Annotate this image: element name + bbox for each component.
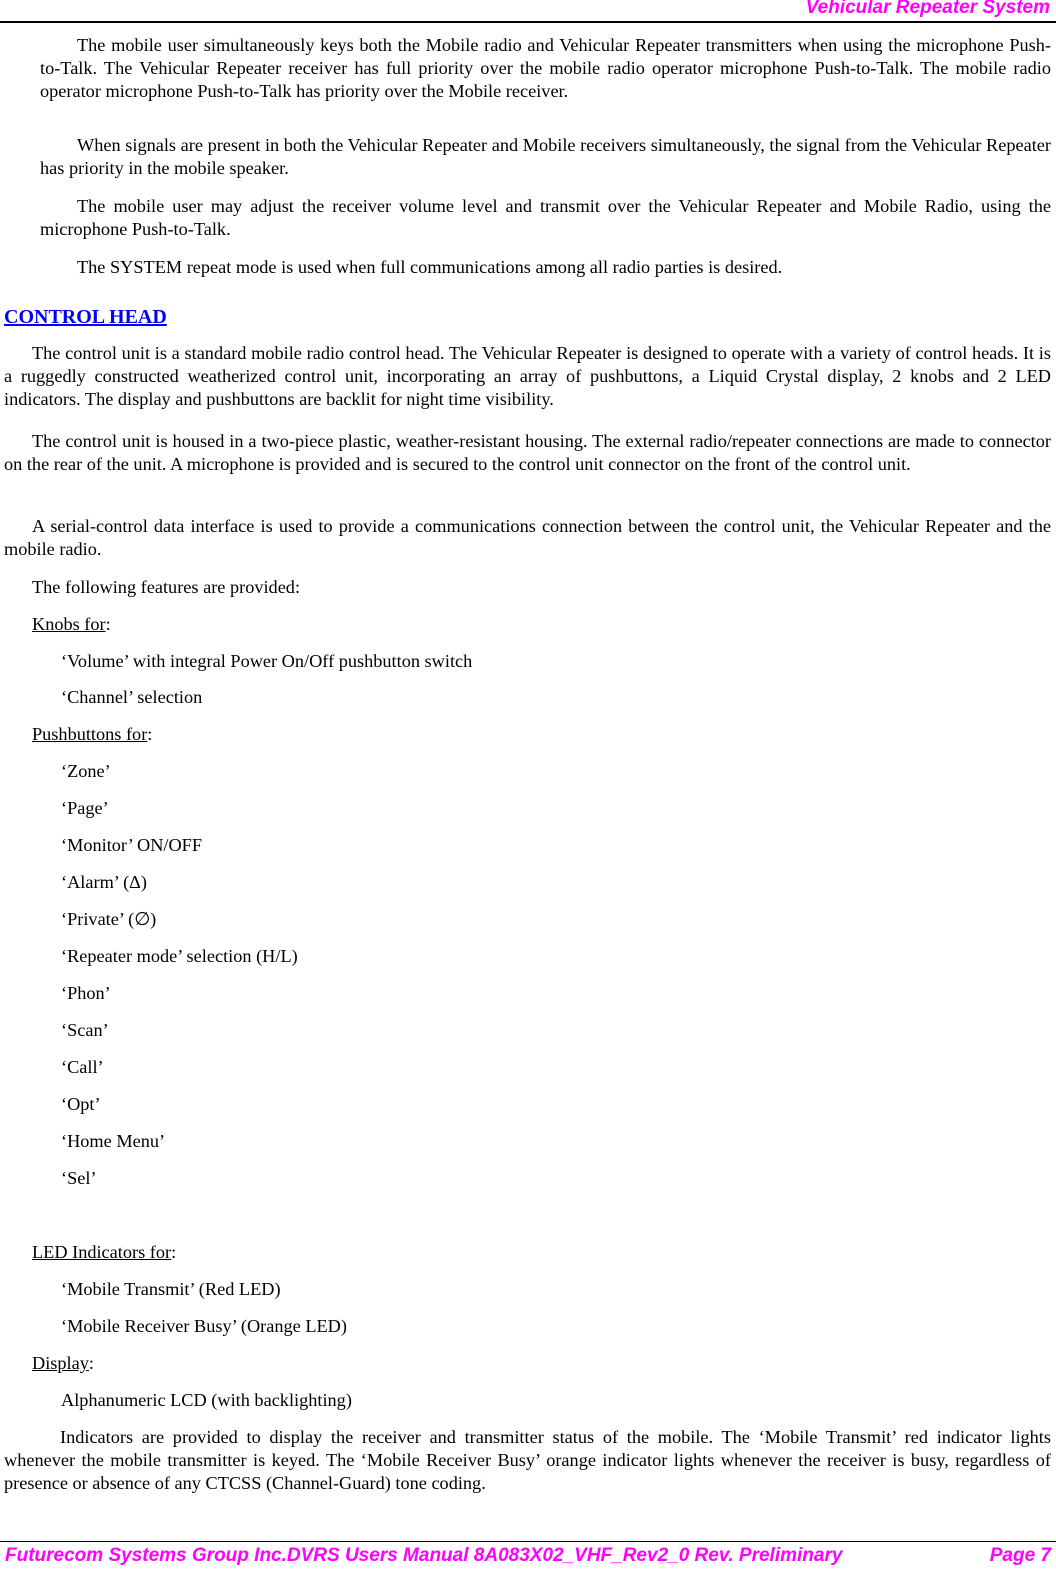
display-label-colon: :	[88, 1353, 94, 1373]
pushbuttons-label-colon: :	[147, 724, 153, 744]
pushbuttons-label: Pushbuttons for:	[32, 723, 152, 746]
pushbutton-item: ‘Monitor’ ON/OFF	[61, 835, 203, 855]
pushbutton-item: ‘Opt’	[61, 1094, 101, 1114]
control-head-paragraph-2: The control unit is housed in a two-piec…	[4, 431, 1051, 474]
display-label-text: Display	[32, 1353, 89, 1373]
pushbutton-item: ‘Home Menu’	[61, 1131, 166, 1151]
led-indicators-label-colon: :	[171, 1242, 177, 1262]
pushbutton-item: ‘Call’	[61, 1057, 104, 1077]
page-header-title: Vehicular Repeater System	[805, 0, 1050, 18]
control-head-paragraph-1: The control unit is a standard mobile ra…	[4, 343, 1051, 409]
features-intro: The following features are provided:	[32, 577, 301, 597]
intro-paragraph-2: When signals are present in both the Veh…	[40, 135, 1051, 178]
led-item: ‘Mobile Transmit’ (Red LED)	[61, 1279, 281, 1299]
indicators-paragraph: Indicators are provided to display the r…	[4, 1427, 1051, 1493]
section-heading-control-head[interactable]: CONTROL HEAD	[4, 306, 167, 329]
page-footer: Futurecom Systems Group Inc.DVRS Users M…	[5, 1545, 1051, 1567]
intro-paragraph-1: The mobile user simultaneously keys both…	[40, 35, 1051, 101]
pushbutton-item: ‘Sel’	[61, 1168, 97, 1188]
display-label: Display:	[32, 1352, 94, 1375]
pushbutton-item: ‘Phon’	[61, 983, 111, 1003]
pushbutton-item: ‘Alarm’ (Δ)	[61, 872, 148, 892]
pushbutton-item: ‘Repeater mode’ selection (H/L)	[61, 946, 298, 966]
led-indicators-label: LED Indicators for:	[32, 1241, 176, 1264]
pushbuttons-label-text: Pushbuttons for	[32, 724, 148, 744]
header-divider	[0, 21, 1056, 23]
footer-document-info: Futurecom Systems Group Inc.DVRS Users M…	[5, 1545, 843, 1566]
pushbutton-item: ‘Zone’	[61, 761, 111, 781]
knobs-label: Knobs for:	[32, 613, 111, 636]
knobs-label-text: Knobs for	[32, 614, 106, 634]
led-item: ‘Mobile Receiver Busy’ (Orange LED)	[61, 1316, 347, 1336]
intro-paragraph-4: The SYSTEM repeat mode is used when full…	[77, 257, 783, 277]
led-indicators-label-text: LED Indicators for	[32, 1242, 172, 1262]
pushbutton-item: ‘Private’ (∅)	[61, 909, 157, 929]
knob-item: ‘Volume’ with integral Power On/Off push…	[61, 651, 473, 671]
control-head-paragraph-3: A serial-control data interface is used …	[4, 516, 1051, 559]
knobs-label-colon: :	[105, 614, 111, 634]
footer-page-number: Page 7	[989, 1545, 1051, 1566]
pushbutton-item: ‘Scan’	[61, 1020, 109, 1040]
display-item: Alphanumeric LCD (with backlighting)	[61, 1390, 352, 1410]
intro-paragraph-3: The mobile user may adjust the receiver …	[40, 196, 1051, 239]
footer-divider	[0, 1541, 1056, 1542]
pushbutton-item: ‘Page’	[61, 798, 109, 818]
knob-item: ‘Channel’ selection	[61, 687, 203, 707]
